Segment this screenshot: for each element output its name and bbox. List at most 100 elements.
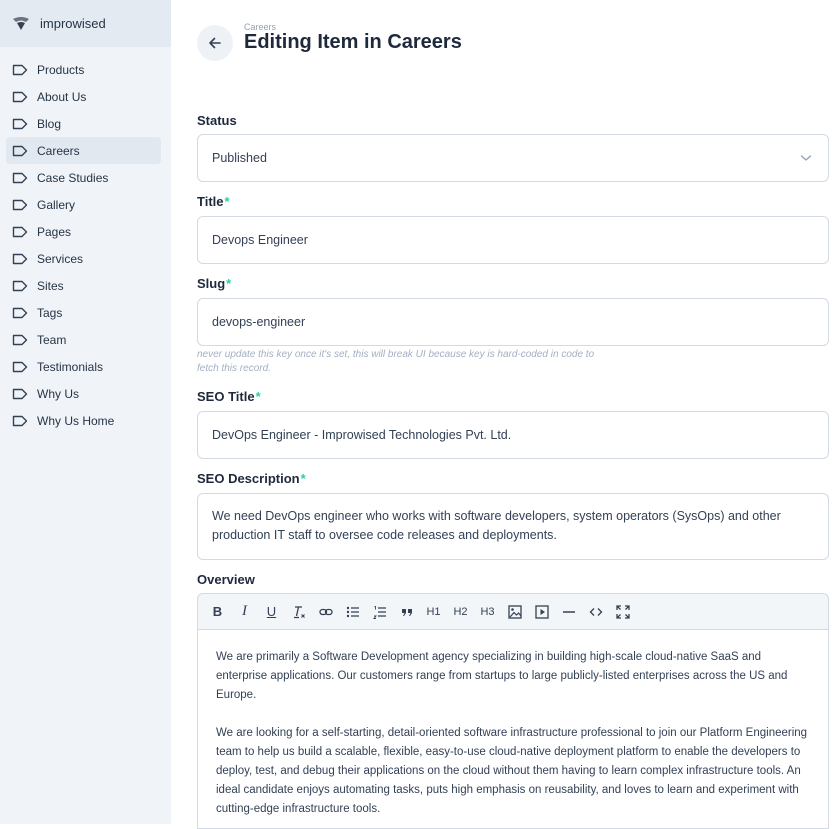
numbered-list-button[interactable] (366, 600, 393, 624)
editor-paragraph: We are looking for a self-starting, deta… (216, 727, 808, 815)
status-label: Status (197, 113, 237, 128)
overview-label-text: Overview (197, 572, 255, 587)
tag-icon (12, 415, 28, 426)
slug-hint: never update this key once it's set, thi… (197, 349, 595, 374)
slug-input-value: devops-engineer (212, 315, 306, 329)
sidebar-nav: Products About Us Blog Careers Case Stud… (0, 56, 171, 434)
sidebar-item-label: Blog (37, 116, 62, 131)
sidebar-item-case-studies[interactable]: Case Studies (0, 164, 171, 191)
sidebar-item-sites[interactable]: Sites (0, 272, 171, 299)
brand-name: improwised (40, 16, 106, 31)
slug-label: Slug* (197, 276, 231, 291)
heading-3-button[interactable]: H3 (474, 600, 501, 624)
sidebar-item-label: Case Studies (37, 170, 109, 185)
editor-paragraph: We are primarily a Software Development … (216, 651, 788, 701)
video-button[interactable] (528, 600, 555, 624)
heading-2-button[interactable]: H2 (447, 600, 474, 624)
sidebar: improwised Products About Us Blog Career… (0, 0, 171, 824)
required-mark: * (226, 276, 232, 291)
sidebar-item-why-us-home[interactable]: Why Us Home (0, 407, 171, 434)
required-mark: * (300, 471, 306, 486)
underline-icon: U (266, 604, 277, 619)
sidebar-item-pages[interactable]: Pages (0, 218, 171, 245)
sidebar-item-label: Team (37, 332, 67, 347)
tag-icon (12, 172, 28, 183)
tag-icon (12, 118, 28, 129)
link-button[interactable] (312, 600, 339, 624)
tag-icon (12, 307, 28, 318)
brand-logo-icon (13, 16, 29, 30)
status-select[interactable]: Published (197, 134, 829, 182)
brand-header[interactable]: improwised (0, 0, 171, 47)
title-label-text: Title (197, 194, 224, 209)
back-button[interactable] (197, 25, 233, 61)
code-button[interactable] (582, 600, 609, 624)
italic-button[interactable]: I (231, 600, 258, 624)
editor-toolbar: B I U H1 H2 H3 (197, 593, 829, 629)
slug-input[interactable]: devops-engineer (197, 298, 829, 346)
sidebar-item-about-us[interactable]: About Us (0, 83, 171, 110)
tag-icon (12, 334, 28, 345)
sidebar-item-blog[interactable]: Blog (0, 110, 171, 137)
sidebar-item-label: Why Us Home (37, 413, 115, 428)
underline-button[interactable]: U (258, 600, 285, 624)
sidebar-item-services[interactable]: Services (0, 245, 171, 272)
horizontal-rule-button[interactable] (555, 600, 582, 624)
sidebar-item-label: Pages (37, 224, 72, 239)
italic-icon: I (242, 603, 247, 619)
slug-label-text: Slug (197, 276, 226, 291)
sidebar-item-label: About Us (37, 89, 87, 104)
tag-icon (12, 64, 28, 75)
seo-description-label-text: SEO Description (197, 471, 300, 486)
sidebar-item-label: Careers (37, 143, 80, 158)
required-mark: * (255, 389, 261, 404)
tag-icon (12, 226, 28, 237)
bold-button[interactable]: B (204, 600, 231, 624)
sidebar-item-team[interactable]: Team (0, 326, 171, 353)
status-label-text: Status (197, 113, 237, 128)
clear-format-button[interactable] (285, 600, 312, 624)
sidebar-item-gallery[interactable]: Gallery (0, 191, 171, 218)
tag-icon (12, 145, 28, 156)
seo-title-input-value: DevOps Engineer - Improwised Technologie… (212, 428, 512, 442)
heading-1-button[interactable]: H1 (420, 600, 447, 624)
image-icon (507, 604, 522, 619)
video-icon (534, 604, 549, 619)
tag-icon (12, 361, 28, 372)
h1-icon: H1 (426, 605, 441, 618)
sidebar-item-label: Why Us (37, 386, 79, 401)
tag-icon (12, 280, 28, 291)
bullet-list-button[interactable] (339, 600, 366, 624)
code-icon (589, 607, 602, 616)
seo-title-input[interactable]: DevOps Engineer - Improwised Technologie… (197, 411, 829, 459)
sidebar-item-testimonials[interactable]: Testimonials (0, 353, 171, 380)
title-label: Title* (197, 194, 230, 209)
tag-icon (12, 253, 28, 264)
sidebar-item-label: Sites (37, 278, 64, 293)
sidebar-item-why-us[interactable]: Why Us (0, 380, 171, 407)
image-button[interactable] (501, 600, 528, 624)
overview-label: Overview (197, 572, 255, 587)
seo-title-label: SEO Title* (197, 389, 261, 404)
seo-description-textarea[interactable]: We need DevOps engineer who works with s… (197, 493, 829, 560)
horizontal-rule-icon (562, 610, 575, 613)
h3-icon: H3 (480, 605, 495, 618)
blockquote-button[interactable] (393, 600, 420, 624)
numbered-list-icon (372, 605, 386, 619)
sidebar-item-tags[interactable]: Tags (0, 299, 171, 326)
overview-editor[interactable]: We are primarily a Software Development … (197, 629, 829, 829)
fullscreen-icon (615, 604, 630, 619)
required-mark: * (224, 194, 230, 209)
h2-icon: H2 (453, 605, 468, 618)
fullscreen-button[interactable] (609, 600, 636, 624)
sidebar-item-products[interactable]: Products (0, 56, 171, 83)
chevron-down-icon (800, 155, 812, 161)
seo-description-value: We need DevOps engineer who works with s… (212, 509, 781, 542)
sidebar-item-label: Testimonials (37, 359, 104, 374)
bullet-list-icon (346, 606, 359, 617)
sidebar-item-label: Tags (37, 305, 63, 320)
sidebar-item-label: Services (37, 251, 84, 266)
sidebar-item-careers[interactable]: Careers (0, 137, 171, 164)
sidebar-item-label: Products (37, 62, 85, 77)
title-input[interactable]: Devops Engineer (197, 216, 829, 264)
